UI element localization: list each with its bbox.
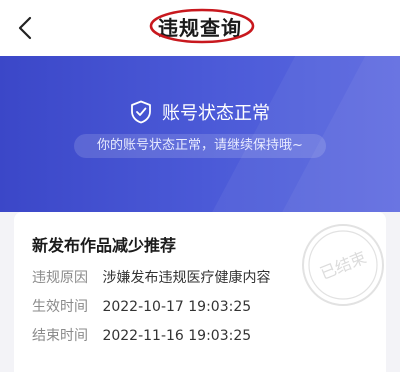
violation-title: 新发布作品减少推荐 [32, 236, 177, 255]
top-bar: 违规查询 [0, 0, 400, 56]
row-label: 违规原因 [32, 270, 88, 286]
red-circle-annotation [149, 8, 255, 44]
violation-card[interactable]: 新发布作品减少推荐 违规原因 涉嫌发布违规医疗健康内容 生效时间 2022-10… [14, 212, 386, 372]
shield-check-icon [131, 100, 151, 124]
stamp-text: 已结束 [317, 248, 369, 284]
row-value: 涉嫌发布违规医疗健康内容 [102, 270, 271, 286]
status-subtext: 你的账号状态正常，请继续保持哦~ [74, 134, 326, 158]
row-value: 2022-11-16 19:03:25 [102, 328, 252, 344]
ended-stamp-icon: 已结束 [302, 224, 384, 306]
row-value: 2022-10-17 19:03:25 [102, 299, 252, 315]
row-label: 结束时间 [32, 328, 88, 344]
effective-time-row: 生效时间 2022-10-17 19:03:25 [32, 296, 251, 316]
status-row: 账号状态正常 [0, 98, 400, 126]
end-time-row: 结束时间 2022-11-16 19:03:25 [32, 325, 251, 345]
account-status-text: 账号状态正常 [162, 103, 270, 124]
row-label: 生效时间 [32, 299, 88, 315]
status-banner: 账号状态正常 你的账号状态正常，请继续保持哦~ [0, 56, 400, 212]
violation-reason-row: 违规原因 涉嫌发布违规医疗健康内容 [32, 267, 270, 287]
